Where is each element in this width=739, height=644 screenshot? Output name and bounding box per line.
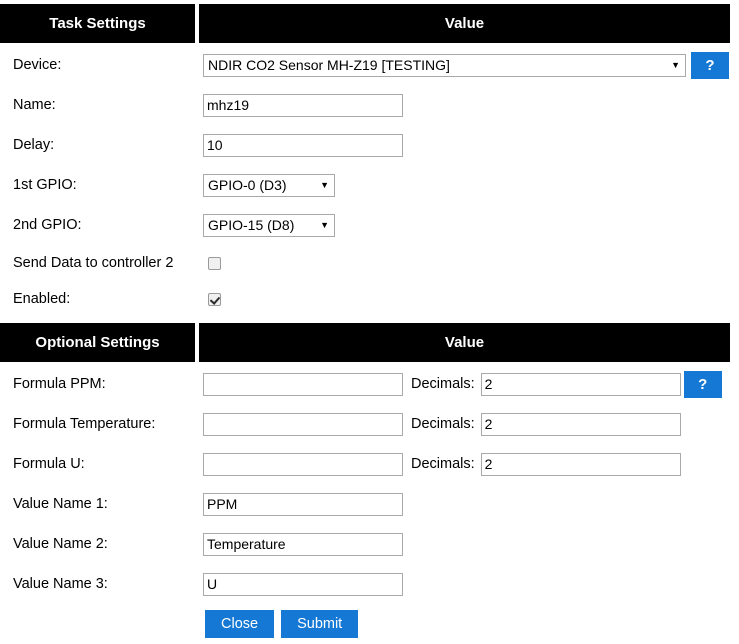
delay-label: Delay:: [13, 137, 55, 153]
device-select[interactable]: NDIR CO2 Sensor MH-Z19 [TESTING] ▼: [203, 53, 686, 77]
task-settings-header-value: Value: [199, 4, 730, 43]
row-value-name-3: Value Name 3:: [0, 564, 739, 604]
task-settings-header: Task Settings Value: [0, 4, 739, 43]
submit-button[interactable]: Submit: [281, 610, 359, 638]
formula-ppm-label: Formula PPM:: [13, 376, 106, 392]
optional-settings-header-left: Optional Settings: [0, 323, 195, 362]
send-data-label: Send Data to controller 2: [13, 255, 174, 271]
device-help-button[interactable]: ?: [691, 51, 729, 79]
formula-temperature-label: Formula Temperature:: [13, 416, 156, 432]
task-settings-page: Task Settings Value Device: NDIR CO2 Sen…: [0, 0, 739, 638]
row-send-data: Send Data to controller 2: [0, 245, 739, 281]
chevron-down-icon: ▼: [320, 179, 329, 190]
row-name: Name:: [0, 85, 739, 125]
gpio-1-label: 1st GPIO:: [13, 177, 77, 193]
row-value-name-2: Value Name 2:: [0, 524, 739, 564]
header-right-margin: [730, 323, 739, 362]
name-label: Name:: [13, 97, 56, 113]
enabled-checkbox[interactable]: [208, 292, 221, 306]
row-gpio-2: 2nd GPIO: GPIO-15 (D8) ▼: [0, 205, 739, 245]
formula-temperature-input[interactable]: [203, 412, 403, 436]
decimals-temperature-input[interactable]: [480, 412, 681, 436]
gpio-1-select-value: GPIO-0 (D3): [208, 176, 287, 193]
row-gpio-1: 1st GPIO: GPIO-0 (D3) ▼: [0, 165, 739, 205]
delay-input[interactable]: [203, 133, 403, 157]
decimals-ppm-input[interactable]: [480, 372, 681, 396]
formula-u-input[interactable]: [203, 452, 403, 476]
row-enabled: Enabled:: [0, 281, 739, 317]
device-field: NDIR CO2 Sensor MH-Z19 [TESTING] ▼ ?: [203, 51, 739, 79]
gpio-1-field: GPIO-0 (D3) ▼: [203, 173, 739, 197]
row-formula-ppm: Formula PPM: Decimals: ?: [0, 364, 739, 404]
name-input[interactable]: [203, 93, 403, 117]
send-data-field: [203, 256, 739, 270]
close-button[interactable]: Close: [205, 610, 275, 638]
value-name-2-input[interactable]: [203, 532, 403, 556]
value-name-1-input[interactable]: [203, 492, 403, 516]
row-device: Device: NDIR CO2 Sensor MH-Z19 [TESTING]…: [0, 45, 739, 85]
row-value-name-1: Value Name 1:: [0, 484, 739, 524]
formula-ppm-input[interactable]: [203, 372, 403, 396]
value-name-1-label: Value Name 1:: [13, 496, 108, 512]
device-select-value: NDIR CO2 Sensor MH-Z19 [TESTING]: [208, 56, 450, 73]
value-name-3-input[interactable]: [203, 572, 403, 596]
value-name-3-label: Value Name 3:: [13, 576, 108, 592]
delay-field: [203, 133, 739, 157]
gpio-2-field: GPIO-15 (D8) ▼: [203, 213, 739, 237]
formula-ppm-field: Decimals: ?: [203, 370, 739, 398]
chevron-down-icon: ▼: [320, 219, 329, 230]
header-right-margin: [730, 4, 739, 43]
formula-temperature-field: Decimals:: [203, 412, 739, 436]
row-delay: Delay:: [0, 125, 739, 165]
name-field: [203, 93, 739, 117]
formula-help-button[interactable]: ?: [683, 370, 722, 398]
decimals-u-input[interactable]: [480, 452, 681, 476]
task-settings-header-left: Task Settings: [0, 4, 195, 43]
gpio-1-select[interactable]: GPIO-0 (D3) ▼: [203, 173, 335, 197]
gpio-2-select-value: GPIO-15 (D8): [208, 216, 295, 233]
formula-u-field: Decimals:: [203, 452, 739, 476]
device-label: Device:: [13, 57, 62, 73]
gpio-2-label: 2nd GPIO:: [13, 217, 82, 233]
enabled-field: [203, 292, 739, 306]
row-formula-temperature: Formula Temperature: Decimals:: [0, 404, 739, 444]
enabled-label: Enabled:: [13, 291, 71, 307]
chevron-down-icon: ▼: [671, 59, 680, 70]
value-name-1-field: [203, 492, 739, 516]
optional-settings-header-value: Value: [199, 323, 730, 362]
formula-u-label: Formula U:: [13, 456, 85, 472]
form-actions: Close Submit: [0, 604, 739, 644]
gpio-2-select[interactable]: GPIO-15 (D8) ▼: [203, 213, 335, 237]
value-name-2-field: [203, 532, 739, 556]
value-name-3-field: [203, 572, 739, 596]
decimals-label: Decimals:: [411, 376, 475, 392]
value-name-2-label: Value Name 2:: [13, 536, 108, 552]
send-data-checkbox[interactable]: [208, 256, 221, 270]
decimals-label: Decimals:: [411, 416, 475, 432]
row-formula-u: Formula U: Decimals:: [0, 444, 739, 484]
optional-settings-header: Optional Settings Value: [0, 323, 739, 362]
decimals-label: Decimals:: [411, 456, 475, 472]
